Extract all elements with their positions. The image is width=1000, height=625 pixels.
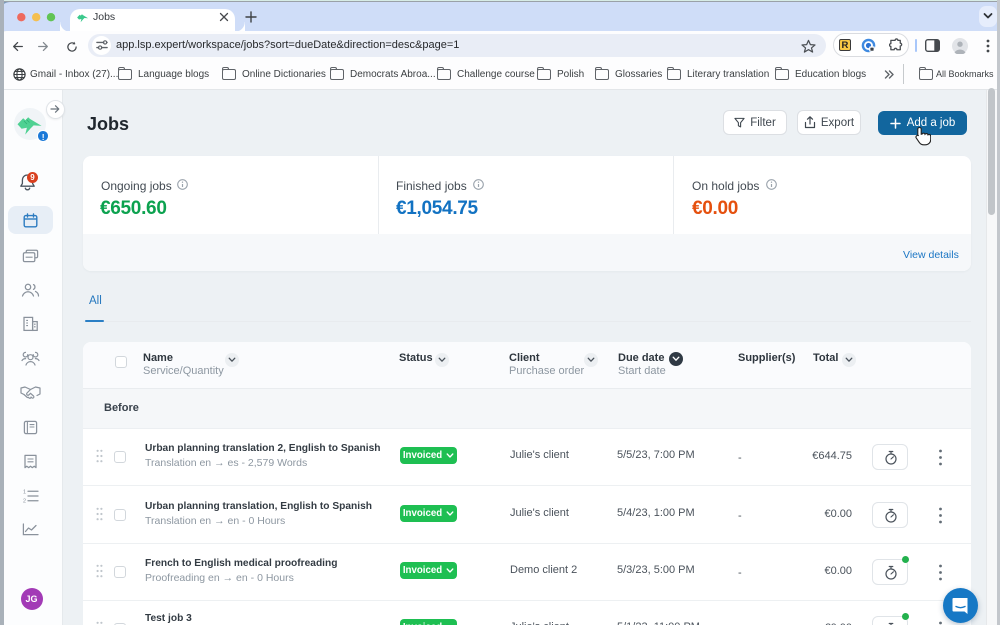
svg-text:2: 2 [23, 499, 26, 504]
svg-text:1: 1 [23, 490, 26, 496]
